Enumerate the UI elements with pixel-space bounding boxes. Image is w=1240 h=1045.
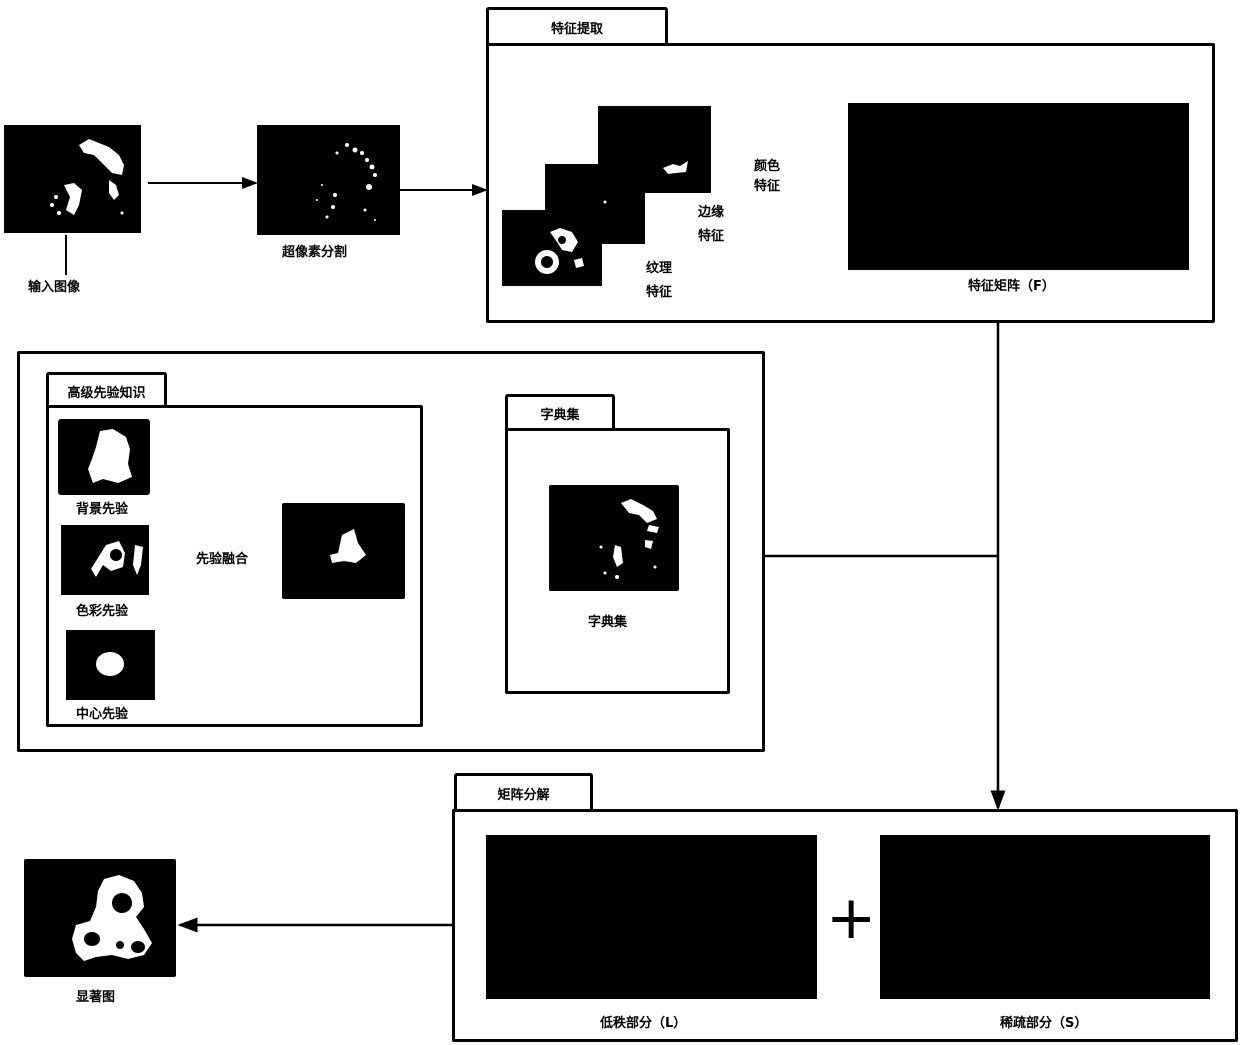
dictionary-label: 字典集	[588, 615, 628, 630]
sparse-matrix	[880, 835, 1210, 999]
feature-map-texture	[502, 210, 602, 286]
high-level-prior-title: 高级先验知识	[67, 385, 146, 401]
low-rank-matrix	[486, 835, 817, 999]
input-image-label: 输入图像	[28, 280, 81, 295]
fused-prior-image	[282, 503, 405, 599]
superpixel-image	[257, 125, 400, 235]
superpixel-label: 超像素分割	[282, 245, 348, 260]
color-prior-label: 色彩先验	[76, 604, 129, 619]
saliency-map-image	[24, 859, 176, 977]
feature-label-texture: 纹理 特征	[646, 261, 673, 300]
matrix-decomposition-title: 矩阵分解	[497, 788, 550, 803]
center-prior-label: 中心先验	[76, 707, 129, 722]
matrix-decomposition-tab: 矩阵分解	[454, 773, 593, 811]
prior-fusion-label: 先验融合	[196, 552, 249, 567]
dictionary-title: 字典集	[540, 408, 580, 423]
background-prior-image	[58, 419, 150, 495]
center-prior-image	[66, 630, 155, 700]
feature-label-color: 颜色 特征	[754, 159, 781, 194]
input-image	[4, 125, 141, 233]
feature-matrix	[848, 103, 1189, 270]
background-prior-label: 背景先验	[76, 502, 129, 517]
feature-extraction-title: 特征提取	[550, 22, 603, 37]
feature-matrix-label: 特征矩阵（F）	[968, 279, 1055, 294]
saliency-map-label: 显著图	[76, 990, 116, 1005]
low-rank-label: 低秩部分（L）	[600, 1016, 687, 1031]
dictionary-tab: 字典集	[505, 394, 615, 430]
feature-extraction-tab: 特征提取	[486, 7, 668, 45]
feature-label-edge: 边缘 特征	[698, 205, 725, 244]
sparse-label: 稀疏部分（S）	[1000, 1016, 1088, 1031]
high-level-prior-tab: 高级先验知识	[46, 372, 167, 407]
color-prior-image	[61, 525, 149, 595]
plus-operator: +	[826, 883, 877, 953]
dictionary-image	[549, 485, 679, 591]
